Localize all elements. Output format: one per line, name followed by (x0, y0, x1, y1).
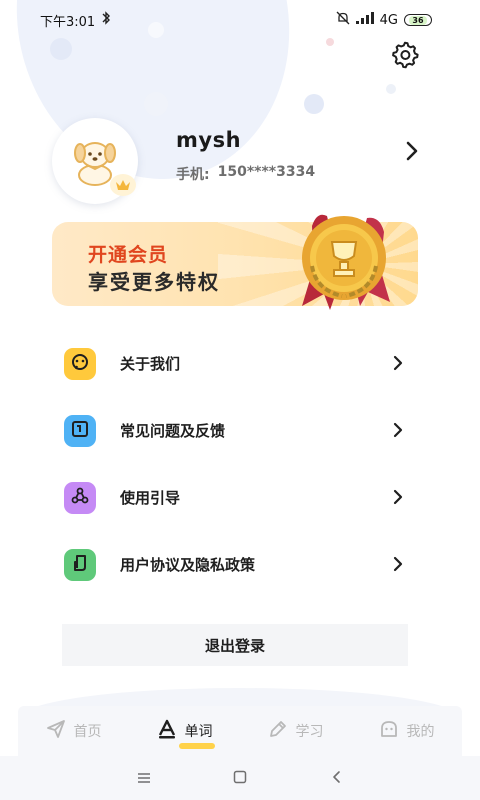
decoration-bubble (304, 94, 324, 114)
chevron-right-icon (392, 421, 404, 439)
bottom-tabbar: 首页 单词 学习 我的 (18, 706, 462, 756)
menu-icon-bg (64, 414, 96, 447)
menu-item-faq[interactable]: 常见问题及反馈 (52, 397, 418, 464)
menu-icon-bg (64, 548, 96, 581)
decoration-bubble (50, 38, 72, 60)
signal-icon (355, 12, 374, 28)
status-right: 4G 36 (336, 11, 432, 29)
battery-icon: 36 (404, 14, 432, 26)
tab-label: 学习 (295, 724, 324, 740)
paper-plane-icon (46, 719, 66, 743)
menu-label: 关于我们 (120, 355, 181, 373)
guide-nodes-icon (70, 486, 90, 510)
profile-detail-button[interactable] (400, 140, 424, 166)
menu-label: 用户协议及隐私政策 (120, 556, 256, 574)
network-type: 4G (379, 12, 398, 28)
decoration-bubble (386, 84, 396, 94)
menu-item-about[interactable]: 关于我们 (52, 330, 418, 397)
active-tab-indicator (178, 743, 215, 749)
tab-home[interactable]: 首页 (46, 719, 102, 743)
trophy-medal-icon (272, 206, 402, 316)
chevron-right-icon (405, 140, 419, 166)
back-key[interactable] (326, 768, 346, 788)
menu-icon-bg (64, 481, 96, 514)
phone-label: 手机: (176, 167, 210, 183)
status-time: 下午3:01 (40, 14, 96, 30)
menu-key[interactable] (134, 768, 154, 788)
letter-a-icon (157, 719, 177, 743)
logout-button[interactable]: 退出登录 (62, 624, 408, 666)
tab-label: 单词 (184, 724, 213, 740)
tab-study[interactable]: 学习 (268, 719, 324, 743)
menu-label: 常见问题及反馈 (120, 422, 226, 440)
phone-row: 手机: 150****3334 (176, 164, 315, 184)
chevron-right-icon (392, 354, 404, 372)
status-bar: 下午3:01 4G 36 (0, 0, 480, 40)
mute-bell-icon (336, 11, 350, 29)
vip-subtitle: 享受更多特权 (88, 270, 220, 294)
chevron-right-icon (392, 488, 404, 506)
square-home-icon (233, 769, 247, 788)
tab-label: 我的 (406, 724, 435, 740)
status-left: 下午3:01 (40, 11, 111, 30)
gear-icon (391, 41, 419, 73)
settings-menu: 关于我们 常见问题及反馈 使用引导 用户协议及隐私政策 (52, 330, 418, 598)
crown-icon (115, 176, 131, 195)
phone-number: 150****3334 (217, 164, 316, 180)
menu-item-privacy[interactable]: 用户协议及隐私政策 (52, 531, 418, 598)
document-icon (70, 553, 90, 577)
back-arrow-icon (331, 769, 341, 788)
feedback-icon (70, 419, 90, 443)
ghost-icon (379, 719, 399, 743)
menu-item-guide[interactable]: 使用引导 (52, 464, 418, 531)
username: mysh (176, 128, 242, 152)
tab-words[interactable]: 单词 (157, 719, 215, 749)
bluetooth-icon (101, 11, 111, 29)
chevron-right-icon (392, 555, 404, 573)
menu-icon-bg (64, 347, 96, 380)
vip-badge (110, 174, 136, 196)
tab-label: 首页 (73, 724, 102, 740)
battery-level: 36 (409, 15, 427, 25)
home-key[interactable] (230, 768, 250, 788)
tab-mine[interactable]: 我的 (379, 719, 435, 743)
system-navigation-bar (0, 756, 480, 800)
pencil-icon (268, 719, 288, 743)
settings-button[interactable] (388, 40, 422, 74)
hamburger-icon (137, 769, 151, 788)
vip-title: 开通会员 (88, 244, 169, 266)
menu-label: 使用引导 (120, 489, 181, 507)
chat-bubble-icon (70, 352, 90, 376)
decoration-bubble (144, 92, 168, 116)
